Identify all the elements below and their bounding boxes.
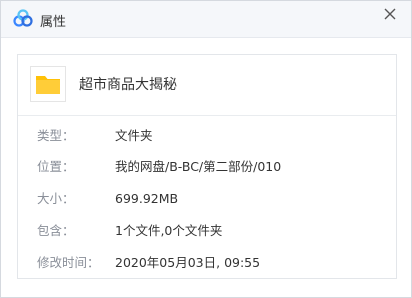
title-bar: 属性	[1, 1, 411, 38]
property-contains: 包含： 1个文件,0个文件夹	[18, 219, 396, 243]
property-label: 修改时间：	[37, 255, 100, 270]
property-value: 2020年05月03日, 09:55	[115, 255, 261, 270]
property-value: 我的网盘/B-BC/第二部份/010	[115, 159, 282, 174]
property-value: 文件夹	[115, 128, 153, 143]
property-value: 699.92MB	[115, 191, 179, 206]
property-size: 大小： 699.92MB	[18, 187, 396, 211]
close-icon[interactable]	[381, 5, 399, 23]
folder-icon	[30, 66, 66, 102]
properties-dialog: 属性 超市商品大揭秘 类型： 文件夹 位置： 我的网盘/B-BC/第二部份/01…	[0, 0, 412, 298]
property-label: 类型：	[37, 128, 75, 143]
property-modified: 修改时间： 2020年05月03日, 09:55	[18, 251, 396, 275]
property-type: 类型： 文件夹	[18, 124, 396, 148]
file-name: 超市商品大揭秘	[79, 77, 177, 93]
property-label: 大小：	[37, 191, 75, 206]
cloud-logo-icon	[13, 9, 33, 27]
property-location: 位置： 我的网盘/B-BC/第二部份/010	[18, 155, 396, 179]
property-label: 包含：	[37, 223, 75, 238]
property-value: 1个文件,0个文件夹	[115, 223, 223, 238]
window-title: 属性	[40, 15, 67, 30]
file-header: 超市商品大揭秘	[18, 55, 396, 116]
property-label: 位置：	[37, 159, 75, 174]
properties-panel: 超市商品大揭秘 类型： 文件夹 位置： 我的网盘/B-BC/第二部份/010 大…	[17, 54, 397, 279]
